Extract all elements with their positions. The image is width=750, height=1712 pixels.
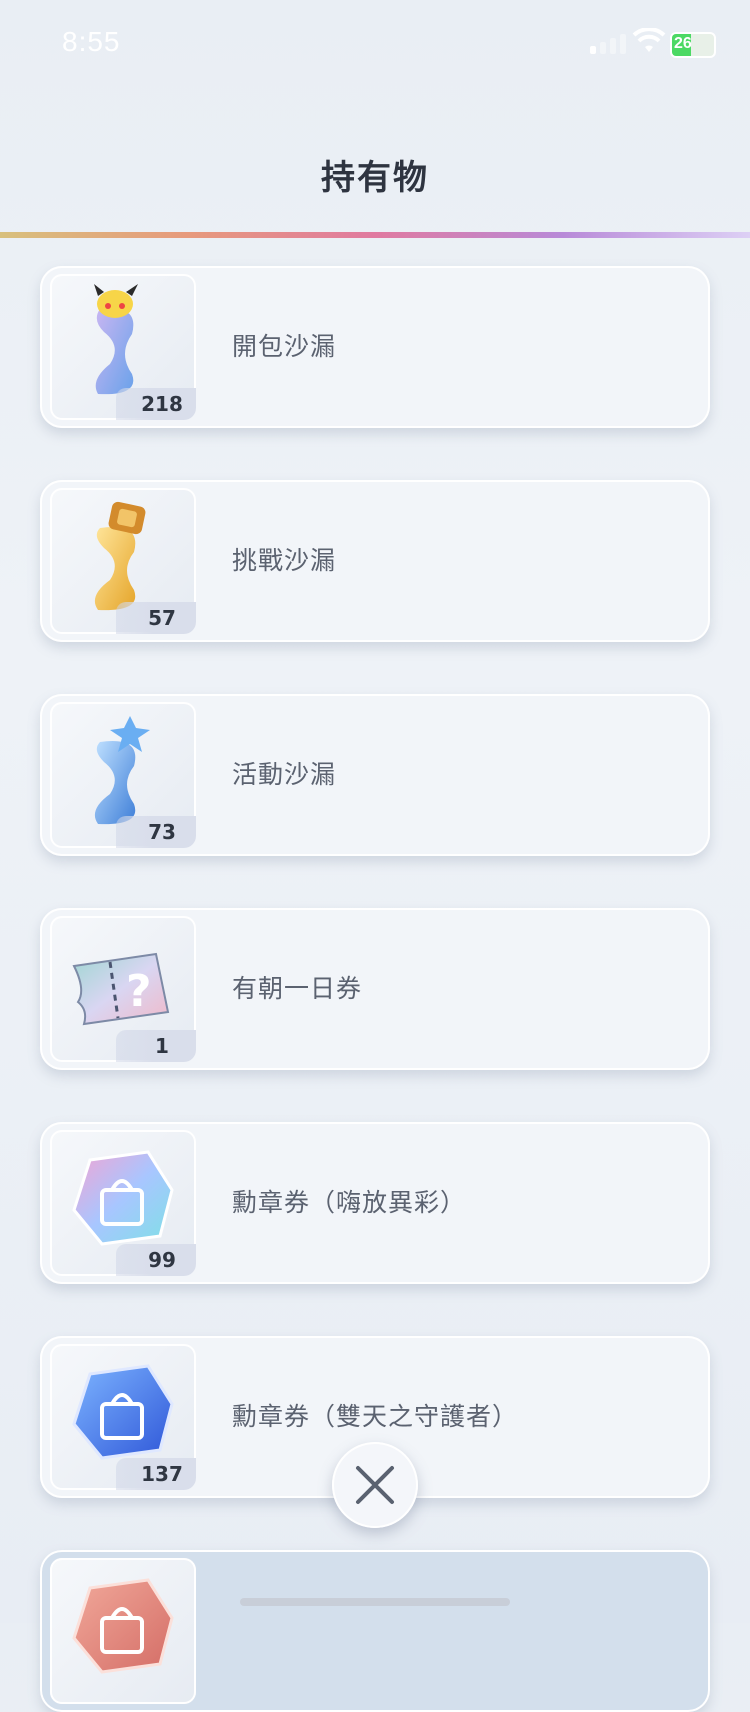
list-item[interactable]: 73 活動沙漏 xyxy=(40,694,710,856)
item-label: 挑戰沙漏 xyxy=(232,546,337,575)
item-thumbnail: 99 xyxy=(50,1130,196,1276)
shop-ticket-blue-icon xyxy=(72,1364,174,1460)
item-thumbnail: 57 xyxy=(50,488,196,634)
shop-ticket-icon xyxy=(72,1150,174,1246)
item-thumbnail xyxy=(50,1558,196,1704)
item-count: 73 xyxy=(116,816,196,848)
someday-ticket-icon: ? xyxy=(72,952,170,1026)
item-label: 有朝一日券 xyxy=(232,974,363,1003)
challenge-hourglass-icon xyxy=(94,501,146,611)
close-button[interactable] xyxy=(332,1442,418,1528)
list-item[interactable] xyxy=(40,1550,710,1712)
item-label: 開包沙漏 xyxy=(232,332,337,361)
list-item[interactable]: 57 挑戰沙漏 xyxy=(40,480,710,642)
wifi-icon xyxy=(632,28,666,52)
item-count: 218 xyxy=(116,388,196,420)
header-divider xyxy=(0,232,750,238)
item-thumbnail: ? 1 xyxy=(50,916,196,1062)
signal-icon xyxy=(590,34,626,54)
item-thumbnail: 137 xyxy=(50,1344,196,1490)
list-item[interactable]: 218 開包沙漏 xyxy=(40,266,710,428)
page-title: 持有物 xyxy=(321,158,429,198)
status-bar: 8:55 26 xyxy=(0,0,750,90)
home-indicator xyxy=(240,1598,510,1606)
list-item[interactable]: 99 勳章券（嗨放異彩） xyxy=(40,1122,710,1284)
item-label: 勳章券（嗨放異彩） xyxy=(232,1188,467,1217)
list-item[interactable]: ? 1 有朝一日券 xyxy=(40,908,710,1070)
item-thumbnail: 218 xyxy=(50,274,196,420)
item-label: 活動沙漏 xyxy=(232,760,337,789)
item-count: 57 xyxy=(116,602,196,634)
item-count: 1 xyxy=(116,1030,196,1062)
pack-hourglass-icon xyxy=(94,284,138,395)
battery-icon: 26 xyxy=(670,32,716,58)
item-count: 137 xyxy=(116,1458,196,1490)
close-icon xyxy=(356,1466,394,1504)
clock: 8:55 xyxy=(62,26,121,57)
item-count: 99 xyxy=(116,1244,196,1276)
shop-ticket-red-icon xyxy=(72,1578,174,1674)
event-hourglass-icon xyxy=(94,716,150,825)
battery-percent: 26 xyxy=(674,35,692,52)
svg-text:?: ? xyxy=(126,966,152,1017)
item-thumbnail: 73 xyxy=(50,702,196,848)
